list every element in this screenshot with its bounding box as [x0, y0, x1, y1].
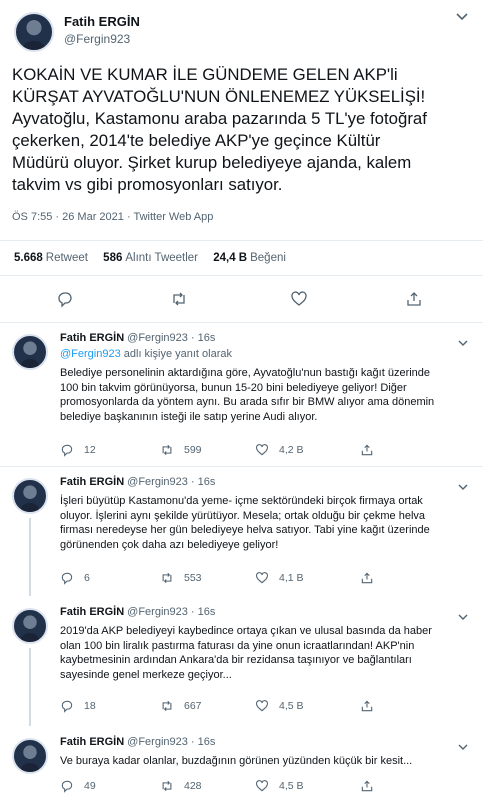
- tweet-meta[interactable]: ÖS 7:55 · 26 Mar 2021 · Twitter Web App: [12, 211, 213, 223]
- chevron-down-icon[interactable]: [455, 12, 469, 22]
- retweet-button[interactable]: 553: [160, 570, 202, 586]
- share-icon: [361, 780, 373, 792]
- retweet-button[interactable]: 667: [160, 698, 202, 714]
- divider: [0, 466, 483, 467]
- main-tweet: Fatih ERGİN @Fergin923 KOKAİN VE KUMAR İ…: [0, 0, 483, 320]
- reply-text: Belediye personelinin aktardığına göre, …: [60, 367, 435, 423]
- reply-icon: [61, 444, 73, 457]
- author-name[interactable]: Fatih ERGİN: [60, 736, 124, 748]
- reply-actions: 6 553 4,1 B: [60, 570, 460, 586]
- like-icon: [256, 572, 268, 584]
- reply-header: Fatih ERGİN @Fergin923 · 16s: [60, 332, 215, 344]
- tweet-text: KOKAİN VE KUMAR İLE GÜNDEME GELEN AKP'li…: [12, 65, 427, 194]
- reply-button[interactable]: 6: [60, 570, 90, 586]
- reply-actions: 49 428 4,5 B: [60, 778, 460, 794]
- reply-tweet[interactable]: Fatih ERGİN @Fergin923 · 16s @Fergin923 a…: [0, 326, 483, 466]
- retweet-stat[interactable]: 5.668 Retweet: [14, 241, 88, 275]
- reply-header: Fatih ERGİN @Fergin923 · 16s: [60, 736, 215, 748]
- reply-icon: [61, 780, 73, 793]
- author-handle[interactable]: @Fergin923 · 16s: [127, 332, 215, 344]
- retweet-icon: [162, 780, 172, 792]
- reply-text: İşleri büyütüp Kastamonu'da yeme- içme s…: [60, 495, 430, 551]
- divider: [0, 322, 483, 323]
- like-icon[interactable]: [290, 290, 308, 308]
- replying-to: @Fergin923 adlı kişiye yanıt olarak: [60, 348, 232, 360]
- like-button[interactable]: 4,1 B: [255, 570, 304, 586]
- like-icon: [256, 700, 268, 712]
- reply-header: Fatih ERGİN @Fergin923 · 16s: [60, 606, 215, 618]
- like-icon: [256, 444, 268, 456]
- retweet-icon: [162, 444, 172, 456]
- avatar[interactable]: [12, 334, 48, 370]
- reply-actions: 18 667 4,5 B: [60, 698, 460, 714]
- reply-button[interactable]: 18: [60, 698, 96, 714]
- retweet-button[interactable]: 599: [160, 442, 202, 458]
- like-button[interactable]: 4,2 B: [255, 442, 304, 458]
- share-icon: [361, 444, 373, 456]
- reply-actions: 12 599 4,2 B: [60, 442, 460, 458]
- share-icon: [361, 700, 373, 712]
- reply-tweet[interactable]: Fatih ERGİN @Fergin923 · 16s İşleri büyüt…: [0, 470, 483, 600]
- reply-text: Ve buraya kadar olanlar, buzdağının görü…: [60, 755, 413, 767]
- reply-tweet[interactable]: Fatih ERGİN @Fergin923 · 16s Ve buraya ka…: [0, 730, 483, 800]
- share-button[interactable]: [360, 698, 374, 714]
- author-handle[interactable]: @Fergin923 · 16s: [127, 736, 215, 748]
- share-icon: [361, 572, 373, 584]
- retweet-button[interactable]: 428: [160, 778, 202, 794]
- author-name[interactable]: Fatih ERGİN: [60, 332, 124, 344]
- like-icon: [256, 780, 268, 792]
- like-button[interactable]: 4,5 B: [255, 778, 304, 794]
- avatar[interactable]: [14, 12, 54, 52]
- quote-stat[interactable]: 586 Alıntı Tweetler: [103, 241, 198, 275]
- author-handle[interactable]: @Fergin923: [64, 32, 130, 46]
- avatar[interactable]: [12, 738, 48, 774]
- avatar[interactable]: [12, 478, 48, 514]
- retweet-icon: [162, 700, 172, 712]
- like-stat[interactable]: 24,4 B Beğeni: [213, 241, 286, 275]
- retweet-icon: [162, 572, 172, 584]
- author-name[interactable]: Fatih ERGİN: [60, 606, 124, 618]
- tweet-actions: [0, 282, 483, 316]
- reply-button[interactable]: 12: [60, 442, 96, 458]
- chevron-down-icon[interactable]: [457, 334, 469, 352]
- reply-text: 2019'da AKP belediyeyi kaybedince ortaya…: [60, 625, 432, 681]
- author-name[interactable]: Fatih ERGİN: [60, 476, 124, 488]
- reply-tweet[interactable]: Fatih ERGİN @Fergin923 · 16s 2019'da AKP …: [0, 600, 483, 730]
- reply-icon: [61, 572, 73, 585]
- thread-line: [29, 648, 31, 726]
- avatar[interactable]: [12, 608, 48, 644]
- reply-icon[interactable]: [56, 290, 74, 308]
- tweet-stats: 5.668 Retweet 586 Alıntı Tweetler 24,4 B Be…: [0, 240, 483, 276]
- mention-link[interactable]: @Fergin923: [60, 348, 121, 360]
- share-icon[interactable]: [405, 290, 423, 308]
- reply-button[interactable]: 49: [60, 778, 96, 794]
- share-button[interactable]: [360, 442, 374, 458]
- thread-line: [29, 518, 31, 596]
- reply-icon: [61, 700, 73, 713]
- author-handle[interactable]: @Fergin923 · 16s: [127, 606, 215, 618]
- like-button[interactable]: 4,5 B: [255, 698, 304, 714]
- share-button[interactable]: [360, 778, 374, 794]
- share-button[interactable]: [360, 570, 374, 586]
- author-name[interactable]: Fatih ERGİN: [64, 14, 140, 29]
- reply-header: Fatih ERGİN @Fergin923 · 16s: [60, 476, 215, 488]
- author-handle[interactable]: @Fergin923 · 16s: [127, 476, 215, 488]
- retweet-icon[interactable]: [170, 290, 188, 308]
